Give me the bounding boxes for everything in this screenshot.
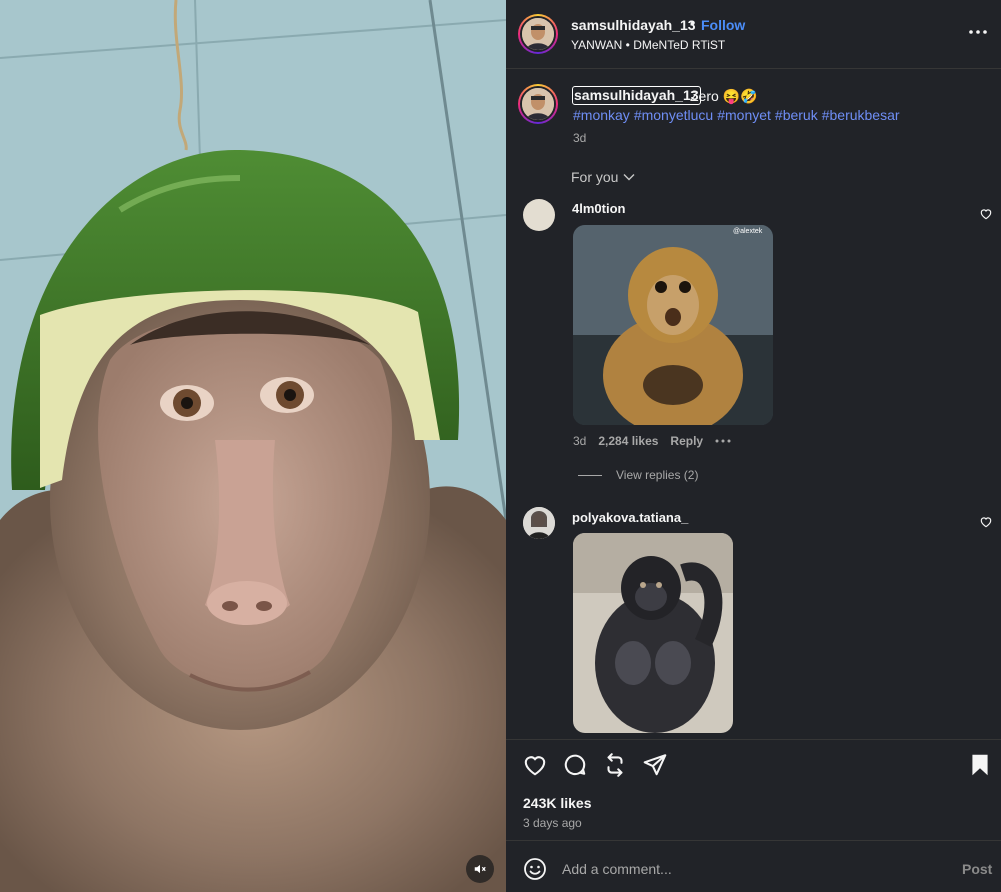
hashtag-link[interactable]: #monyetlucu [634,107,713,123]
audio-attribution[interactable]: YANWAN • DMeNTeD RTiST [571,38,725,52]
comment-reply-button[interactable]: Reply [670,434,703,448]
header-divider [506,68,1001,69]
comments-sort-label: For you [571,169,619,185]
monkey-with-watermelon-helmet-image [0,0,506,892]
caption-avatar-photo [522,88,554,120]
comments-sort-dropdown[interactable]: For you [571,169,635,185]
caption-hashtags: #monkay #monyetlucu #monyet #beruk #berukbes… [573,107,904,123]
comment-avatar[interactable] [523,507,555,539]
hashtag-link[interactable]: #monyet [717,107,771,123]
surprised-monkey-gif: @alextek [573,225,773,425]
post-media[interactable] [0,0,506,892]
comment-like-count[interactable]: 2,284 likes [598,434,658,448]
caption-timestamp: 3d [573,131,587,145]
comment-username[interactable]: polyakova.tatiana_ [572,510,688,525]
caption-username[interactable]: samsulhidayah_13 [572,86,701,105]
hashtag-link[interactable]: #berukbesar [822,107,900,123]
more-horizontal-icon[interactable] [715,439,731,443]
caption-text: Zero 😝🤣 [690,88,758,104]
chevron-down-icon [623,174,635,181]
comment-avatar[interactable] [523,199,555,231]
comment-timestamp: 3d [573,434,587,448]
comment-icon[interactable] [562,752,588,778]
hashtag-link[interactable]: #beruk [775,107,818,123]
bookmark-icon[interactable] [967,752,993,778]
view-replies-button[interactable]: View replies (2) [578,468,698,482]
separator-dot: • [690,15,695,31]
author-avatar[interactable] [518,14,558,54]
comment-avatar-photo [523,507,555,539]
hashtag-link[interactable]: #monkay [573,107,630,123]
author-avatar-photo [522,18,554,50]
comment-like-icon[interactable] [979,207,993,221]
comment-gif[interactable]: @alextek [573,225,773,425]
add-comment-input[interactable] [562,858,942,880]
comment-username[interactable]: 4lm0tion [572,201,625,216]
post-details-panel: samsulhidayah_13 • Follow YANWAN • DMeNT… [506,0,1001,892]
follow-button[interactable]: Follow [701,17,745,33]
repost-icon[interactable] [602,752,628,778]
share-icon[interactable] [642,752,668,778]
more-options-button[interactable] [968,22,988,42]
more-horizontal-icon [969,30,987,34]
caption-avatar[interactable] [518,84,558,124]
comment-meta: 3d 2,284 likes Reply [573,434,731,448]
view-replies-label: View replies (2) [616,468,699,482]
emoji-icon[interactable] [523,857,547,881]
post-like-count[interactable]: 243K likes [523,795,592,811]
composer-divider [506,840,1001,841]
author-username[interactable]: samsulhidayah_13 [571,17,696,33]
post-timestamp: 3 days ago [523,816,582,830]
mute-toggle-button[interactable] [466,855,494,883]
actions-divider [506,739,1001,740]
post-comment-button[interactable]: Post [962,861,992,877]
gif-watermark: @alextek [733,228,763,235]
gorilla-gif [573,533,733,733]
replies-line [578,474,602,476]
speaker-muted-icon [474,864,486,874]
comment-like-icon[interactable] [979,515,993,529]
heart-icon[interactable] [522,752,548,778]
comment-gif[interactable] [573,533,733,733]
